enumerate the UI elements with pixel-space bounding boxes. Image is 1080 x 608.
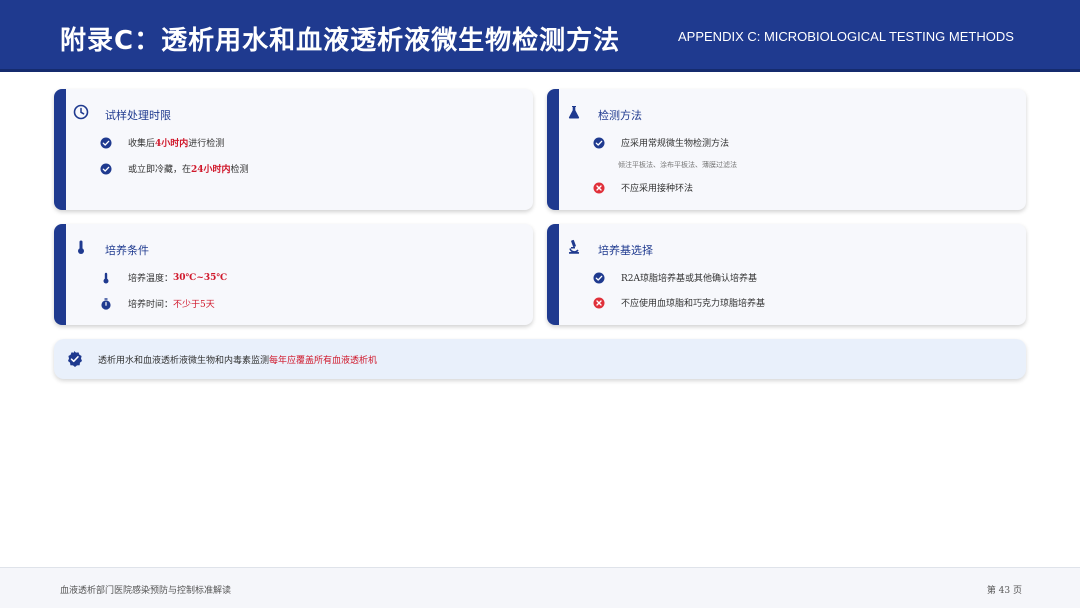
stopwatch-icon [100,297,112,310]
row-text: 不应采用接种环法 [621,184,694,194]
list-item: R2A琼脂培养基或其他确认培养基 [593,271,757,284]
header-bar: 附录C：透析用水和血液透析液微生物检测方法 APPENDIX C: MICROB… [0,0,1080,72]
x-circle-icon [593,297,605,309]
footer-page-number: 第 43 页 [986,586,1022,596]
list-item: 不应使用血琼脂和巧克力琼脂培养基 [593,296,765,309]
row-text-pre: 收集后 [128,139,156,149]
row-text: 不应使用血琼脂和巧克力琼脂培养基 [621,299,766,309]
list-item: 或立即冷藏，在 24小时内 检测 [100,162,249,175]
row-text: 应采用常规微生物检测方法 [621,139,730,149]
list-item: 培养时间： 不少于5天 [100,297,215,310]
footer-document-title: 血液透析部门医院感染预防与控制标准解读 [60,586,232,596]
card-accent-bar [547,224,559,325]
card-accent-bar [547,89,559,210]
check-circle-icon [100,163,112,175]
note-highlight: 每年应覆盖所有血液透析机 [269,356,378,366]
footer-bar: 血液透析部门医院感染预防与控制标准解读 第 43 页 [0,567,1080,608]
row-text-post: 进行检测 [188,139,225,149]
row-text-pre: 培养时间： [128,300,174,310]
flask-icon [565,103,583,121]
card-title: 培养基选择 [598,244,653,257]
check-circle-icon [100,137,112,149]
row-highlight: 4小时内 [155,139,189,149]
list-item: 应采用常规微生物检测方法 [593,136,729,149]
microscope-icon [565,238,583,256]
card-accent-bar [54,224,66,325]
row-text-post: 检测 [230,165,249,175]
check-circle-icon [593,137,605,149]
row-text: R2A琼脂培养基或其他确认培养基 [621,274,758,284]
x-circle-icon [593,182,605,194]
method-note: 倾注平板法、涂布平板法、薄膜过滤法 [618,161,737,169]
row-highlight: 不少于5天 [173,300,215,310]
card-title: 试样处理时限 [105,109,171,122]
list-item: 不应采用接种环法 [593,181,693,194]
badge-check-icon [66,350,84,368]
page-subtitle: APPENDIX C: MICROBIOLOGICAL TESTING METH… [678,29,1014,44]
card-test-method: 检测方法 应采用常规微生物检测方法 倾注平板法、涂布平板法、薄膜过滤法 不应采用… [547,89,1026,210]
card-sample-time: 试样处理时限 收集后 4小时内 进行检测 或立即冷藏，在 24小时内 检测 [54,89,533,210]
card-accent-bar [54,89,66,210]
monitoring-note-bar: 透析用水和血液透析液微生物和内毒素监测每年应覆盖所有血液透析机 [54,339,1026,379]
page-title: 附录C：透析用水和血液透析液微生物检测方法 [60,26,621,56]
row-text-pre: 培养温度： [128,274,174,284]
card-culture-conditions: 培养条件 培养温度： 30℃~35℃ 培养时间： 不少于5天 [54,224,533,325]
clock-icon [72,103,90,121]
thermometer-icon [72,238,90,256]
check-circle-icon [593,272,605,284]
card-title: 检测方法 [598,109,642,122]
row-text-pre: 或立即冷藏，在 [128,165,192,175]
thermometer-icon [100,272,112,284]
card-medium-selection: 培养基选择 R2A琼脂培养基或其他确认培养基 不应使用血琼脂和巧克力琼脂培养基 [547,224,1026,325]
monitoring-note-text: 透析用水和血液透析液微生物和内毒素监测每年应覆盖所有血液透析机 [98,353,377,366]
note-text-pre: 透析用水和血液透析液微生物和内毒素监测 [98,356,270,366]
card-title: 培养条件 [105,244,149,257]
list-item: 收集后 4小时内 进行检测 [100,136,224,149]
row-highlight: 30℃~35℃ [173,272,228,283]
list-item: 培养温度： 30℃~35℃ [100,271,227,284]
row-highlight: 24小时内 [191,165,231,175]
